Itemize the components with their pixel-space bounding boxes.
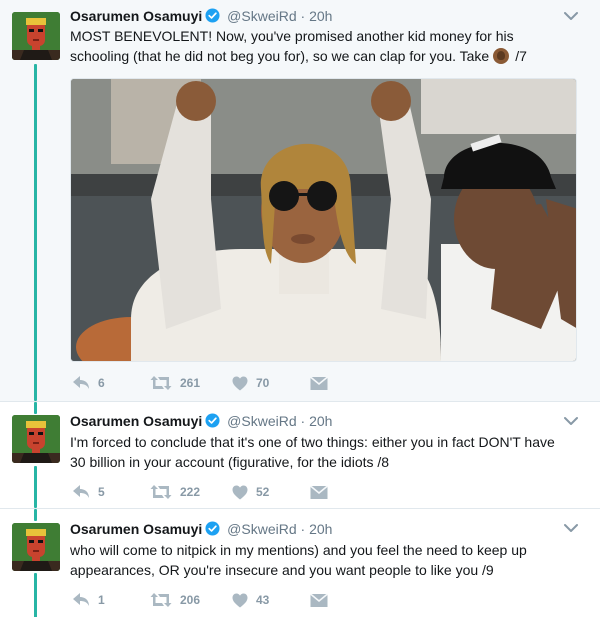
tweet-text: MOST BENEVOLENT! Now, you've promised an… <box>70 26 580 66</box>
tweet-photo[interactable] <box>70 78 577 362</box>
author-name[interactable]: Osarumen Osamuyi <box>70 413 202 429</box>
retweet-button[interactable]: 261 <box>150 374 200 392</box>
like-count: 52 <box>256 485 270 499</box>
reply-icon <box>72 484 90 500</box>
avatar[interactable] <box>12 415 60 463</box>
tweet-header: Osarumen Osamuyi @SkweiRd · 20h <box>70 6 560 26</box>
thread-line <box>34 64 37 401</box>
verified-icon <box>205 521 220 541</box>
tweet-actions: 5 222 52 <box>72 483 332 501</box>
like-icon <box>232 593 248 608</box>
reply-count: 5 <box>98 485 105 499</box>
author-handle[interactable]: @SkweiRd <box>227 521 296 537</box>
direct-message-button[interactable] <box>310 374 336 392</box>
reply-button[interactable]: 5 <box>72 483 105 501</box>
tweet-actions: 6 261 70 <box>72 374 332 392</box>
reply-icon <box>72 375 90 391</box>
tweet-text: I'm forced to conclude that it's one of … <box>70 432 580 472</box>
author-name[interactable]: Osarumen Osamuyi <box>70 521 202 537</box>
tweet-header: Osarumen Osamuyi @SkweiRd · 20h <box>70 411 560 431</box>
retweet-icon <box>150 484 172 500</box>
like-count: 70 <box>256 376 270 390</box>
author-handle[interactable]: @SkweiRd <box>227 413 296 429</box>
thread-line <box>34 509 37 521</box>
chevron-down-icon[interactable] <box>564 11 578 21</box>
reply-count: 6 <box>98 376 105 390</box>
tweet-text: who will come to nitpick in my mentions)… <box>70 540 580 580</box>
message-icon <box>310 376 328 391</box>
verified-icon <box>205 8 220 28</box>
like-icon <box>232 376 248 391</box>
tweet-8[interactable]: Osarumen Osamuyi @SkweiRd · 20h I'm forc… <box>0 401 600 508</box>
tweet-7[interactable]: Osarumen Osamuyi @SkweiRd · 20h MOST BEN… <box>0 0 600 401</box>
chevron-down-icon[interactable] <box>564 523 578 533</box>
like-button[interactable]: 52 <box>232 483 269 501</box>
tweet-text-line: 30 billion in your account (figurative, … <box>70 454 390 470</box>
chevron-down-icon[interactable] <box>564 416 578 426</box>
like-count: 43 <box>256 593 270 607</box>
reply-button[interactable]: 1 <box>72 591 105 609</box>
retweet-icon <box>150 592 172 608</box>
direct-message-button[interactable] <box>310 483 336 501</box>
thread-line <box>34 573 37 617</box>
tweet-text-line: schooling (that he did not beg you for),… <box>70 46 580 66</box>
reply-button[interactable]: 6 <box>72 374 105 392</box>
separator: · <box>300 8 306 24</box>
timestamp[interactable]: 20h <box>309 521 332 537</box>
message-icon <box>310 593 328 608</box>
timestamp[interactable]: 20h <box>309 413 332 429</box>
retweet-count: 222 <box>180 485 201 499</box>
reply-icon <box>72 592 90 608</box>
retweet-button[interactable]: 222 <box>150 483 200 501</box>
retweet-button[interactable]: 206 <box>150 591 200 609</box>
tweet-text-line: appearances, OR you're insecure and you … <box>70 562 494 578</box>
timestamp[interactable]: 20h <box>309 8 332 24</box>
tweet-text-line: who will come to nitpick in my mentions)… <box>70 542 527 558</box>
clapping-hands-emoji <box>493 48 510 64</box>
retweet-icon <box>150 375 172 391</box>
reply-count: 1 <box>98 593 105 607</box>
separator: · <box>300 521 306 537</box>
tweet-9[interactable]: Osarumen Osamuyi @SkweiRd · 20h who will… <box>0 508 600 617</box>
author-name[interactable]: Osarumen Osamuyi <box>70 8 202 24</box>
tweet-text-line: I'm forced to conclude that it's one of … <box>70 434 555 450</box>
avatar[interactable] <box>12 12 60 60</box>
like-button[interactable]: 70 <box>232 374 269 392</box>
verified-icon <box>205 413 220 433</box>
direct-message-button[interactable] <box>310 591 336 609</box>
tweet-text-segment: schooling (that he did not beg you for),… <box>70 48 490 64</box>
tweet-text-segment: /7 <box>515 48 527 64</box>
retweet-count: 261 <box>180 376 201 390</box>
like-button[interactable]: 43 <box>232 591 269 609</box>
author-handle[interactable]: @SkweiRd <box>227 8 296 24</box>
tweet-header: Osarumen Osamuyi @SkweiRd · 20h <box>70 519 560 539</box>
tweet-text-line: MOST BENEVOLENT! Now, you've promised an… <box>70 28 514 44</box>
thread-line <box>34 402 37 414</box>
avatar[interactable] <box>12 523 60 571</box>
like-icon <box>232 485 248 500</box>
photo-illustration <box>71 79 576 361</box>
message-icon <box>310 485 328 500</box>
tweet-actions: 1 206 43 <box>72 591 332 609</box>
thread-line <box>34 466 37 508</box>
separator: · <box>300 413 306 429</box>
retweet-count: 206 <box>180 593 201 607</box>
